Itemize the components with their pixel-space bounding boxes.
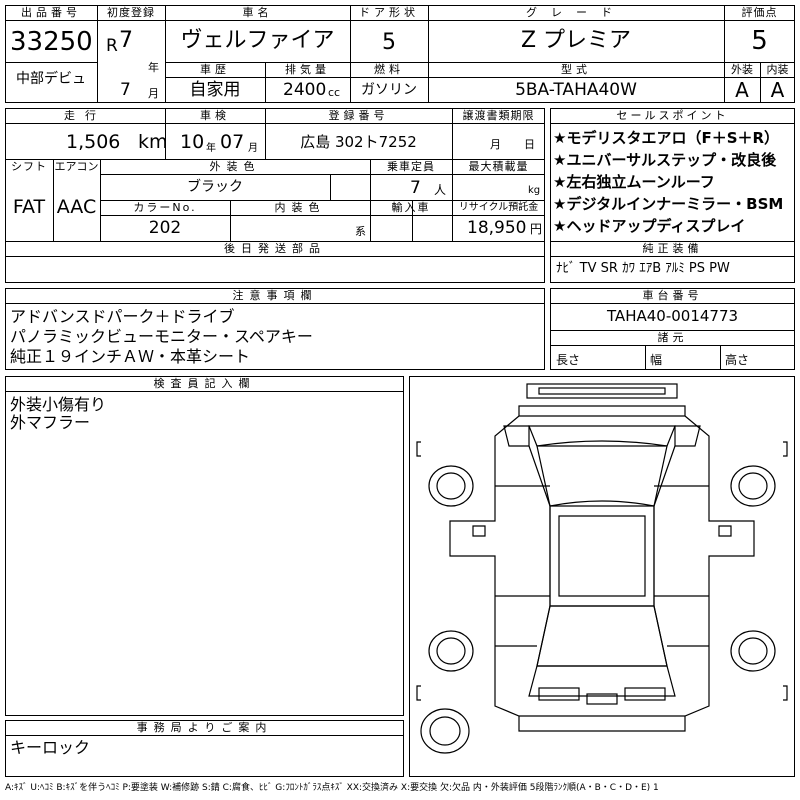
office-notice-label: 事務局よりご案内 [136, 721, 273, 734]
note-line: パノラミックビューモニター・スペアキー [10, 327, 313, 346]
registration-year: 7 [119, 28, 133, 53]
model-label: 型式 [561, 63, 591, 76]
transfer-day-unit: 日 [524, 138, 535, 151]
note-line: アドバンスドパーク＋ドライブ [10, 307, 235, 326]
door-type-label: ドア形状 [359, 6, 419, 19]
lot-number: 33250 [10, 27, 93, 57]
import-label: 輸入車 [391, 201, 431, 214]
displacement: 2400 [283, 80, 327, 100]
notes-label: 注意事項欄 [232, 289, 318, 302]
car-name-label: 車名 [242, 6, 273, 19]
debut-label: 中部デビュ [16, 71, 86, 87]
car-name: ヴェルファイア [180, 28, 335, 53]
inspection-month: 07 [220, 131, 245, 153]
door-count: 5 [382, 30, 396, 55]
exterior-grade: A [735, 78, 749, 102]
mileage: 1,506 [66, 131, 121, 153]
displacement-label: 排気量 [285, 63, 330, 76]
capacity-unit: 人 [434, 183, 447, 197]
recycle-label: リサイクル預託金 [458, 202, 539, 213]
first-registration-label: 初度登録 [107, 6, 155, 19]
inspector-note: 外装小傷有り [10, 395, 107, 414]
aircon: AAC [56, 196, 97, 218]
equipment-item: ｶﾜ [622, 261, 636, 276]
recycle-deposit: 18,950 [467, 218, 527, 238]
dimensions-label: 諸元 [657, 331, 688, 344]
registration-number: 広島 302ト7252 [300, 133, 417, 151]
interior-color-label: 内装色 [274, 201, 326, 214]
later-parts-label: 後日発送部品 [224, 242, 326, 255]
history-label: 車歴 [200, 63, 230, 76]
model-code: 5BA-TAHA40W [515, 80, 637, 100]
inspector-note: 外マフラー [10, 413, 91, 432]
lot-number-label: 出品番号 [21, 6, 81, 19]
color-number-label: カラーNo. [133, 201, 197, 214]
load-unit: kg [528, 185, 541, 196]
grade-label: グレード [526, 6, 626, 19]
mileage-label: 走行 [64, 109, 106, 122]
sales-points-label: セールスポイント [616, 109, 729, 122]
capacity-label: 乗車定員 [387, 160, 435, 173]
car-damage-diagram [416, 383, 788, 754]
fuel: ガソリン [361, 82, 417, 98]
capacity: 7 [410, 178, 421, 198]
inspection-year-unit: 年 [206, 143, 216, 154]
month-unit: 月 [148, 87, 159, 100]
score-label: 評価点 [741, 6, 778, 19]
inspection-label: 車検 [200, 109, 230, 122]
equipment-item: ﾅﾋﾞ [556, 261, 576, 276]
overall-score: 5 [751, 26, 768, 56]
registration-month: 7 [120, 80, 131, 100]
width-label: 幅 [650, 353, 663, 367]
year-unit: 年 [148, 61, 159, 74]
displacement-unit: cc [328, 86, 341, 99]
mileage-unit: km [138, 131, 168, 153]
equipment-item: ｴｱB [639, 261, 662, 276]
sales-point-item: ★ヘッドアップディスプレイ [553, 217, 746, 235]
inspector-notes-label: 検査員記入欄 [153, 377, 256, 390]
note-line: 純正１９インチＡＷ・本革シート [10, 347, 251, 366]
exterior-label: 外装 [731, 63, 753, 76]
shift: FAT [12, 196, 46, 218]
interior-label: 内装 [766, 63, 789, 76]
recycle-unit: 円 [530, 222, 543, 236]
chassis-number-label: 車台番号 [642, 289, 703, 302]
length-label: 長さ [556, 353, 581, 367]
vehicle-history: 自家用 [189, 80, 241, 100]
chassis-number: TAHA40-0014773 [606, 307, 739, 325]
damage-legend: A:ｷｽﾞ U:ﾍｺﾐ B:ｷｽﾞを伴うﾍｺﾐ P:要塗装 W:補修跡 S:錆 … [5, 783, 659, 793]
inspection-year: 10 [180, 131, 205, 153]
transfer-month-unit: 月 [490, 138, 501, 151]
sales-point-item: ★デジタルインナーミラー・BSM [553, 195, 784, 213]
transfer-deadline-label: 譲渡書類期限 [462, 109, 535, 122]
equipment-item: ｱﾙﾐ [665, 261, 685, 276]
exterior-color-label: 外装色 [209, 160, 261, 173]
equipment-item: PS [688, 261, 705, 276]
era: R [106, 36, 118, 56]
registration-number-label: 登録番号 [328, 109, 389, 122]
interior-color-unit: 系 [355, 225, 366, 238]
equipment-list: ﾅﾋﾞ TV SR ｶﾜ ｴｱB ｱﾙﾐ PS PW [556, 262, 730, 275]
equipment-label: 純正装備 [642, 242, 703, 255]
equipment-item: TV [579, 261, 597, 276]
interior-grade: A [770, 78, 785, 102]
sales-point-item: ★モデリスタエアロ（F＋S＋R） [553, 129, 780, 147]
equipment-item: SR [600, 261, 618, 276]
height-label: 高さ [725, 353, 750, 367]
exterior-color: ブラック [187, 179, 243, 195]
sales-point-item: ★ユニバーサルステップ・改良後 [553, 151, 777, 169]
equipment-item: PW [709, 261, 730, 276]
fuel-label: 燃料 [374, 63, 404, 76]
max-load-label: 最大積載量 [468, 160, 529, 173]
inspection-month-unit: 月 [248, 143, 258, 154]
sales-point-item: ★左右独立ムーンルーフ [553, 173, 715, 191]
shift-label: シフト [11, 160, 47, 173]
grade: Z プレミア [520, 28, 632, 53]
aircon-label: エアコン [54, 160, 99, 173]
office-note: キーロック [10, 738, 91, 757]
color-number: 202 [148, 218, 182, 238]
